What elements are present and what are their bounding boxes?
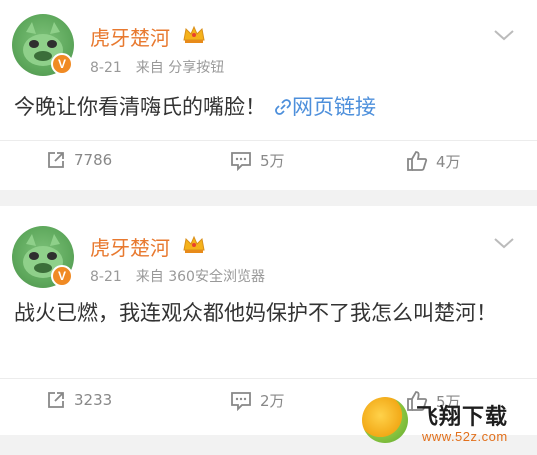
post-meta: 8-21 来自 360安全浏览器: [90, 266, 265, 286]
site-watermark: 飞翔下载 www.52z.com: [360, 395, 535, 453]
verified-badge: V: [51, 265, 73, 287]
weibo-post-2-layer: V 虎牙楚河 8-21 来自 360安全浏览器 战火已燃，我连观众都他妈保护不了我…: [0, 0, 537, 455]
share-icon: [48, 392, 64, 408]
comment-icon: [231, 391, 251, 411]
chevron-down-icon[interactable]: [493, 236, 515, 250]
vip-crown-icon: [183, 235, 205, 253]
comment-count: 2万: [260, 392, 285, 410]
share-button[interactable]: 3233: [46, 390, 112, 410]
post-content: 战火已燃，我连观众都他妈保护不了我怎么叫楚河！: [14, 301, 497, 325]
post-date: 8-21: [90, 269, 122, 285]
share-count: 3233: [74, 391, 113, 409]
comment-button[interactable]: 2万: [230, 390, 285, 411]
watermark-logo-icon: [362, 397, 408, 443]
post-source: 来自 360安全浏览器: [135, 269, 265, 285]
watermark-title: 飞翔下载: [416, 405, 509, 430]
watermark-url: www.52z.com: [422, 429, 508, 444]
username[interactable]: 虎牙楚河: [90, 232, 170, 261]
divider: [0, 378, 537, 379]
